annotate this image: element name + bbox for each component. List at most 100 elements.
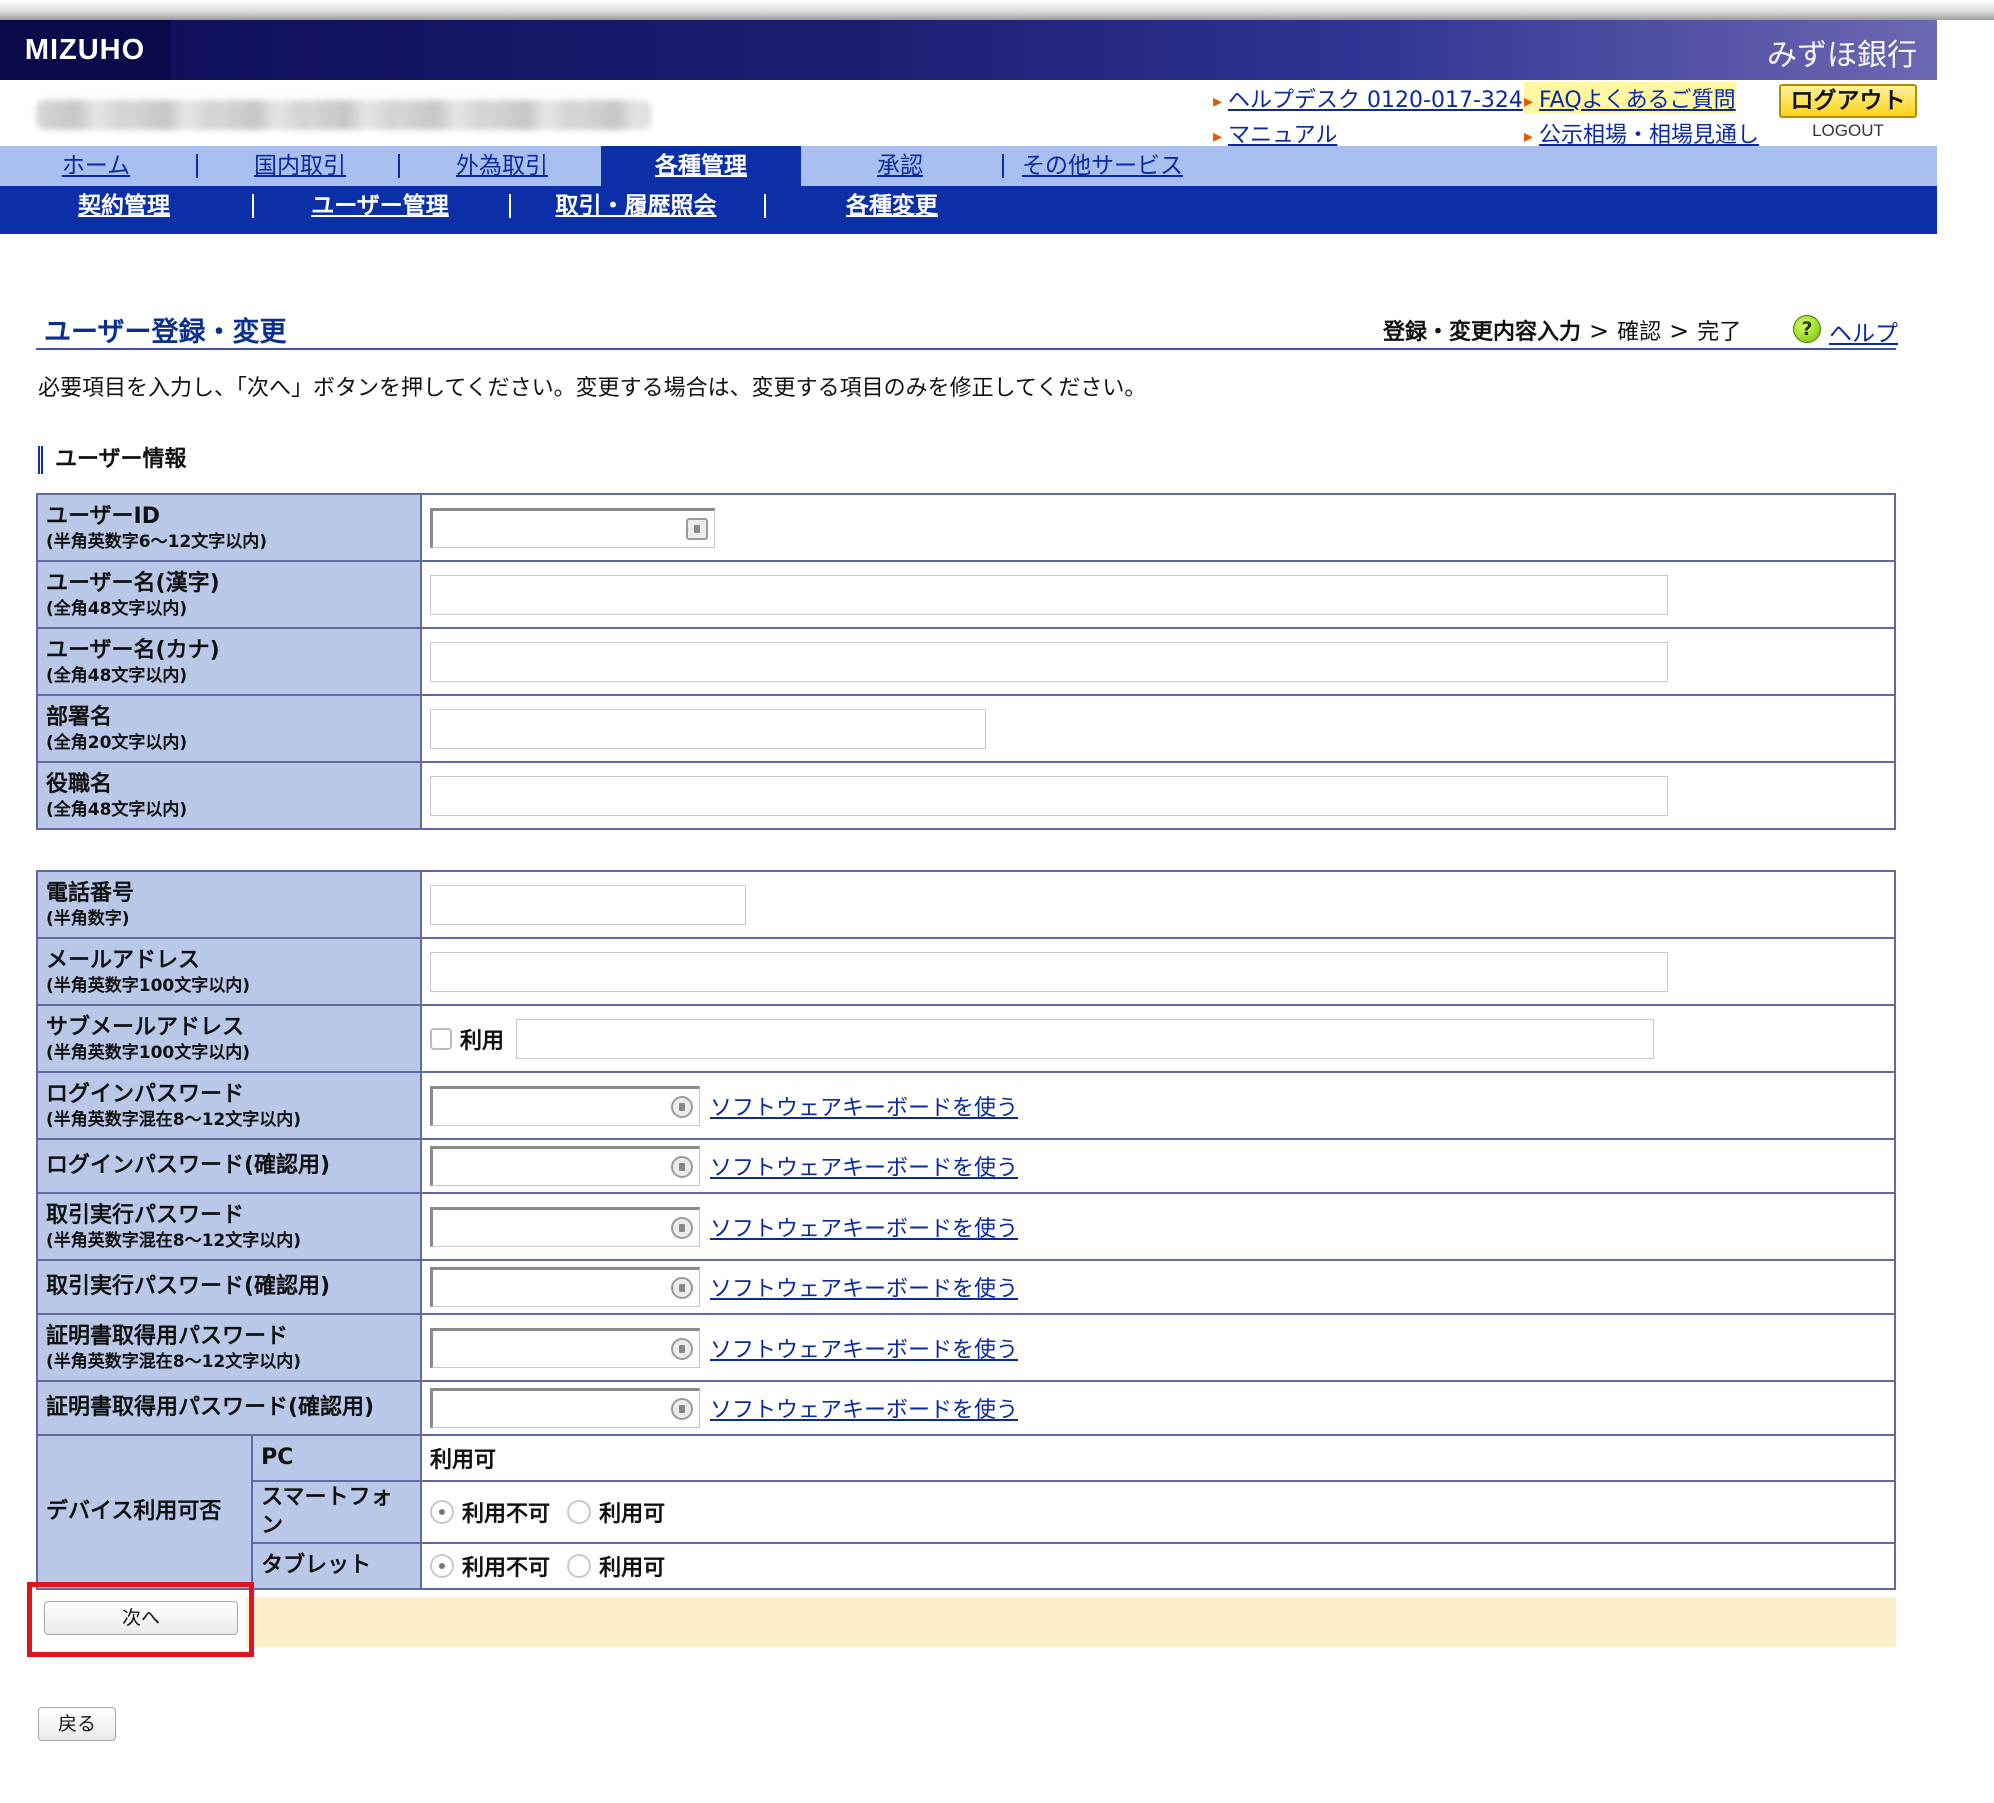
page-title: ユーザー登録・変更	[44, 317, 287, 348]
device-row-tablet: タブレット 利用不可 利用可	[37, 1542, 1896, 1590]
transaction-password-input[interactable]	[430, 1206, 700, 1247]
faq-link[interactable]: FAQよくあるご質問	[1524, 82, 1736, 114]
nav-other-services[interactable]: その他サービス	[1020, 146, 1185, 186]
label-certificate-password-confirm: 証明書取得用パスワード(確認用)	[46, 1395, 375, 1420]
user-id-input[interactable]	[430, 507, 715, 548]
help-icon[interactable]: ?	[1793, 315, 1821, 343]
software-keyboard-link[interactable]: ソフトウェアキーボードを使う	[710, 1338, 1018, 1363]
note-department: (全角20文字以内)	[46, 732, 188, 753]
device-name-cell: タブレット	[251, 1542, 422, 1590]
form-row: ユーザー名(カナ) (全角48文字以内)	[36, 627, 1896, 696]
software-keyboard-link[interactable]: ソフトウェアキーボードを使う	[710, 1217, 1018, 1242]
nav-domestic[interactable]: 国内取引	[230, 146, 370, 186]
subnav-separator	[252, 194, 254, 218]
nav-home[interactable]: ホーム	[36, 146, 156, 186]
blurred-account-info	[36, 100, 651, 130]
device-name-cell: PC	[251, 1434, 422, 1482]
manual-link[interactable]: マニュアル	[1213, 117, 1337, 149]
help-link[interactable]: ヘルプ	[1829, 314, 1898, 348]
subnav-changes[interactable]: 各種変更	[830, 186, 954, 226]
main-nav: ホーム 国内取引 外為取引 各種管理 承認 その他サービス	[0, 146, 1937, 186]
logout-sublabel: LOGOUT	[1812, 121, 1884, 140]
label-device-availability: デバイス利用可否	[46, 1499, 222, 1524]
nav-separator	[398, 154, 400, 178]
sub-email-checkbox-label: 利用	[460, 1028, 505, 1054]
email-input[interactable]	[430, 951, 1668, 992]
position-input[interactable]	[430, 775, 1668, 816]
software-keyboard-link[interactable]: ソフトウェアキーボードを使う	[710, 1156, 1018, 1181]
mizuho-logo[interactable]: MIZUHO	[0, 20, 170, 80]
nav-separator	[196, 154, 198, 178]
field-value: 利用不可 利用可	[420, 1542, 1896, 1590]
field-value: 利用不可 利用可	[420, 1480, 1896, 1544]
login-password-input[interactable]	[430, 1085, 700, 1126]
department-input[interactable]	[430, 708, 986, 749]
software-keyboard-link[interactable]: ソフトウェアキーボードを使う	[710, 1398, 1018, 1423]
form-row: ログインパスワード (半角英数字混在8～12文字以内) ソフトウェアキーボードを使…	[36, 1071, 1896, 1140]
subnav-history[interactable]: 取引・履歴照会	[550, 186, 722, 226]
next-button-bar	[246, 1597, 1896, 1647]
note-email: (半角英数字100文字以内)	[46, 975, 251, 996]
login-password-confirm-input[interactable]	[430, 1146, 700, 1186]
label-sub-email: サブメールアドレス	[46, 1014, 245, 1040]
sub-email-input[interactable]	[516, 1018, 1655, 1059]
field-value	[420, 560, 1896, 629]
phone-input[interactable]	[430, 884, 746, 925]
field-value: ソフトウェアキーボードを使う	[420, 1071, 1896, 1140]
sub-email-checkbox[interactable]	[430, 1027, 452, 1050]
back-button[interactable]: 戻る	[38, 1707, 116, 1741]
field-label: 取引実行パスワード(確認用)	[36, 1259, 422, 1315]
field-value: ソフトウェアキーボードを使う	[420, 1192, 1896, 1261]
field-label: デバイス利用可否	[35, 1434, 254, 1590]
brand-header: MIZUHO みずほ銀行	[0, 20, 1937, 80]
next-button[interactable]: 次へ	[44, 1601, 238, 1635]
user-name-kanji-input[interactable]	[430, 574, 1668, 615]
lock-icon	[671, 1337, 693, 1360]
contact-card-icon	[686, 517, 708, 540]
form-row: 役職名 (全角48文字以内)	[36, 761, 1896, 830]
software-keyboard-link[interactable]: ソフトウェアキーボードを使う	[710, 1277, 1018, 1302]
field-value	[420, 937, 1896, 1006]
field-label: 電話番号 (半角数字)	[36, 870, 422, 939]
market-rates-link[interactable]: 公示相場・相場見通し	[1524, 117, 1759, 149]
user-name-kana-input[interactable]	[430, 641, 1668, 682]
device-row-smartphone: スマートフォン 利用不可 利用可	[37, 1480, 1896, 1544]
tablet-unavailable-label: 利用不可	[462, 1556, 551, 1581]
step-arrow: >	[1589, 317, 1610, 345]
window-top-strip	[0, 0, 1994, 20]
note-user-name-kana: (全角48文字以内)	[46, 665, 188, 686]
step-confirm: 確認	[1617, 320, 1662, 345]
lock-icon	[671, 1216, 693, 1239]
subnav-user-management[interactable]: ユーザー管理	[300, 186, 460, 226]
form-row: 部署名 (全角20文字以内)	[36, 694, 1896, 763]
form-row: 取引実行パスワード (半角英数字混在8～12文字以内) ソフトウェアキーボードを使…	[36, 1192, 1896, 1261]
field-value: ソフトウェアキーボードを使う	[420, 1380, 1896, 1436]
nav-foreign[interactable]: 外為取引	[432, 146, 572, 186]
label-email: メールアドレス	[46, 947, 201, 973]
transaction-password-confirm-input[interactable]	[430, 1267, 700, 1307]
tablet-unavailable-radio[interactable]	[430, 1554, 454, 1578]
helpdesk-link[interactable]: ヘルプデスク 0120-017-324	[1213, 82, 1523, 114]
smartphone-available-radio[interactable]	[567, 1500, 592, 1524]
field-label: 取引実行パスワード (半角英数字混在8～12文字以内)	[36, 1192, 422, 1261]
field-value: 利用可	[420, 1434, 1896, 1482]
subnav-contract[interactable]: 契約管理	[60, 186, 188, 226]
certificate-password-confirm-input[interactable]	[430, 1388, 700, 1428]
software-keyboard-link[interactable]: ソフトウェアキーボードを使う	[710, 1096, 1018, 1121]
device-name-smartphone: スマートフォン	[261, 1485, 393, 1538]
device-name-tablet: タブレット	[261, 1553, 372, 1578]
device-name-cell: スマートフォン	[251, 1480, 422, 1544]
label-user-name-kanji: ユーザー名(漢字)	[46, 570, 220, 596]
sub-nav: 契約管理 ユーザー管理 取引・履歴照会 各種変更	[0, 186, 1937, 234]
logout-button[interactable]: ログアウト	[1779, 84, 1917, 118]
smartphone-unavailable-radio[interactable]	[430, 1500, 454, 1524]
nav-admin[interactable]: 各種管理	[601, 146, 801, 186]
tablet-available-radio[interactable]	[567, 1554, 592, 1578]
instruction-text: 必要項目を入力し、「次へ」ボタンを押してください。変更する場合は、変更する項目の…	[38, 376, 1147, 401]
step-indicator: 登録・変更内容入力 > 確認 > 完了	[1383, 314, 1741, 346]
certificate-password-input[interactable]	[430, 1327, 700, 1368]
nav-approval[interactable]: 承認	[840, 146, 960, 186]
field-value	[420, 694, 1896, 763]
field-label: ログインパスワード(確認用)	[36, 1138, 422, 1194]
label-login-password-confirm: ログインパスワード(確認用)	[46, 1153, 331, 1178]
